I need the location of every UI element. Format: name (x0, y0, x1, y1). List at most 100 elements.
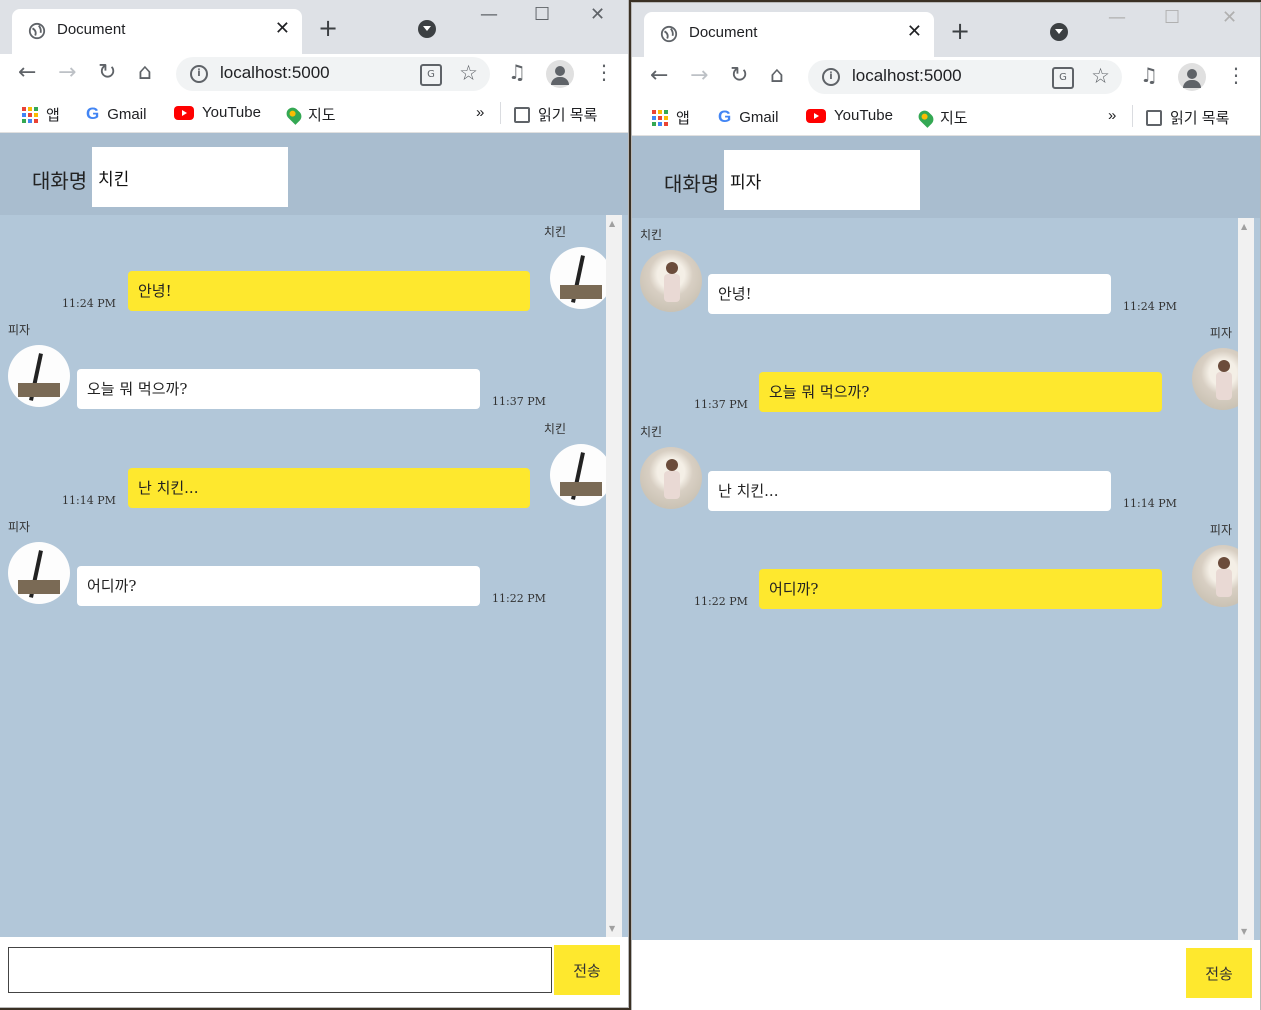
reload-icon[interactable]: ↻ (730, 63, 748, 88)
reload-icon[interactable]: ↻ (98, 60, 116, 85)
info-icon[interactable]: i (190, 65, 208, 83)
apps-grid-icon (652, 109, 668, 126)
room-name-input[interactable] (92, 147, 288, 207)
sender-name: 치킨 (543, 225, 566, 239)
media-control-icon[interactable]: ♫ (508, 60, 526, 84)
youtube-icon (174, 105, 194, 120)
room-name-label: 대화명 (32, 169, 88, 193)
send-button[interactable]: 전송 (1186, 948, 1252, 998)
room-name-input[interactable] (724, 150, 920, 210)
translate-icon[interactable]: G (420, 64, 442, 86)
avatar (8, 542, 70, 604)
home-icon[interactable]: ⌂ (770, 63, 784, 88)
reading-list[interactable]: 읽기 목록 (1146, 107, 1229, 128)
message-item: 치킨 난 치킨... 11:14 PM (632, 419, 1238, 515)
forward-icon[interactable]: → (58, 60, 76, 85)
back-icon[interactable]: ← (18, 60, 36, 85)
message-input[interactable] (640, 950, 1184, 996)
bookmark-star-icon[interactable]: ☆ (1091, 64, 1110, 88)
sender-name: 피자 (1209, 326, 1232, 340)
bookmark-maps-label: 지도 (940, 110, 968, 127)
tab-search-icon[interactable] (418, 20, 436, 38)
message-bubble: 난 치킨... (128, 468, 530, 508)
message-bubble: 어디까? (77, 566, 480, 606)
url-text: localhost:5000 (852, 66, 962, 85)
more-bookmarks-icon[interactable]: » (476, 104, 484, 121)
maximize-icon[interactable]: ☐ (534, 4, 550, 25)
close-window-icon[interactable]: ✕ (590, 4, 605, 25)
room-name-label: 대화명 (664, 172, 720, 196)
minimize-icon[interactable]: — (480, 4, 498, 25)
info-icon[interactable]: i (822, 68, 840, 86)
bookmark-gmail[interactable]: G Gmail (86, 104, 146, 124)
profile-icon[interactable] (546, 60, 574, 88)
profile-icon[interactable] (1178, 63, 1206, 91)
message-item: 치킨 난 치킨... 11:14 PM (0, 416, 612, 512)
bookmark-youtube[interactable]: YouTube (806, 107, 893, 124)
sender-name: 치킨 (640, 425, 663, 439)
bookmark-gmail[interactable]: G Gmail (718, 107, 778, 127)
tab-document[interactable]: Document ✕ (12, 9, 302, 54)
reading-list[interactable]: 읽기 목록 (514, 104, 597, 125)
tab-search-icon[interactable] (1050, 23, 1068, 41)
message-scrollbar[interactable] (1238, 218, 1254, 940)
message-bubble: 오늘 뭐 먹으까? (77, 369, 480, 409)
bookmark-youtube[interactable]: YouTube (174, 104, 261, 121)
close-tab-icon[interactable]: ✕ (275, 18, 290, 39)
minimize-icon[interactable]: — (1108, 7, 1126, 28)
home-icon[interactable]: ⌂ (138, 60, 152, 85)
more-bookmarks-icon[interactable]: » (1108, 107, 1116, 124)
new-tab-icon[interactable]: + (318, 14, 338, 42)
close-window-icon[interactable]: ✕ (1222, 7, 1237, 28)
bookmark-separator (1132, 105, 1133, 127)
maximize-icon[interactable]: ☐ (1164, 7, 1180, 28)
browser-window-left: Document ✕ + — ☐ ✕ ← → ↻ ⌂ i localhost:5… (0, 0, 628, 1007)
address-bar[interactable]: i localhost:5000 G ☆ (176, 57, 490, 91)
message-time: 11:14 PM (62, 494, 116, 507)
message-item: 피자 오늘 뭐 먹으까? 11:37 PM (632, 320, 1254, 416)
message-scrollbar[interactable] (606, 215, 622, 937)
google-icon: G (718, 107, 732, 126)
message-bubble: 안녕! (708, 274, 1111, 314)
bookmark-apps-label: 앱 (676, 110, 690, 127)
bookmark-maps-label: 지도 (308, 107, 336, 124)
bookmarks-bar: 앱 G Gmail YouTube 지도 » 읽기 목록 (632, 97, 1260, 136)
message-time: 11:37 PM (694, 398, 748, 411)
menu-icon[interactable]: ⋮ (594, 60, 614, 84)
youtube-icon (806, 108, 826, 123)
message-item: 피자 오늘 뭐 먹으까? 11:37 PM (0, 317, 606, 413)
message-time: 11:14 PM (1123, 497, 1177, 510)
menu-icon[interactable]: ⋮ (1226, 63, 1246, 87)
tab-document[interactable]: Document ✕ (644, 12, 934, 57)
chat-page: 대화명 치킨 안녕! 11:24 PM 피자 오늘 뭐 먹으까? 11:37 P… (632, 136, 1260, 1010)
globe-icon (660, 25, 678, 43)
media-control-icon[interactable]: ♫ (1140, 63, 1158, 87)
avatar (640, 447, 702, 509)
message-bubble: 안녕! (128, 271, 530, 311)
composer: 전송 (0, 937, 628, 1007)
forward-icon[interactable]: → (690, 63, 708, 88)
avatar (8, 345, 70, 407)
address-bar[interactable]: i localhost:5000 G ☆ (808, 60, 1122, 94)
avatar (640, 250, 702, 312)
translate-icon[interactable]: G (1052, 67, 1074, 89)
bookmark-maps[interactable]: 지도 (284, 104, 336, 125)
new-tab-icon[interactable]: + (950, 17, 970, 45)
browser-toolbar: ← → ↻ ⌂ i localhost:5000 G ☆ ♫ ⋮ (0, 54, 628, 94)
back-icon[interactable]: ← (650, 63, 668, 88)
message-time: 11:22 PM (492, 592, 546, 605)
chat-header: 대화명 (0, 133, 628, 215)
send-button[interactable]: 전송 (554, 945, 620, 995)
tab-strip: Document ✕ + — ☐ ✕ (0, 0, 628, 54)
bookmark-apps[interactable]: 앱 (652, 107, 690, 128)
sender-name: 피자 (8, 520, 31, 534)
bookmark-maps[interactable]: 지도 (916, 107, 968, 128)
bookmark-star-icon[interactable]: ☆ (459, 61, 478, 85)
message-time: 11:37 PM (492, 395, 546, 408)
message-input[interactable] (8, 947, 552, 993)
google-icon: G (86, 104, 100, 123)
reading-list-icon (1146, 109, 1162, 126)
bookmark-apps[interactable]: 앱 (22, 104, 60, 125)
message-time: 11:24 PM (1123, 300, 1177, 313)
close-tab-icon[interactable]: ✕ (907, 21, 922, 42)
